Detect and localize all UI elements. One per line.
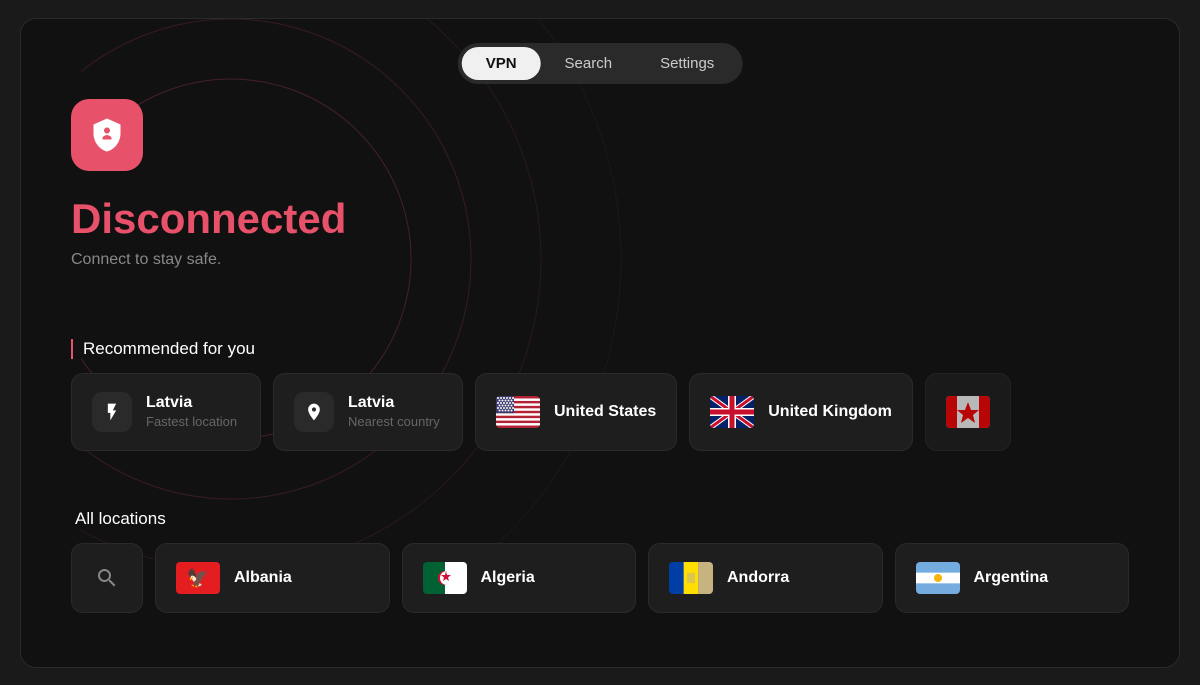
us-flag <box>496 396 540 428</box>
recommended-section: Recommended for you Latvia Fastest locat… <box>21 339 1179 451</box>
recommended-cards-row: Latvia Fastest location Latvia Nearest c… <box>71 373 1129 451</box>
card-united-kingdom[interactable]: United Kingdom <box>689 373 913 451</box>
card-canada-partial[interactable] <box>925 373 1011 451</box>
uk-flag <box>710 396 754 428</box>
recommended-label: Recommended for you <box>71 339 1129 359</box>
latvia-nearest-sub: Nearest country <box>348 414 440 429</box>
card-algeria[interactable]: Algeria <box>402 543 637 613</box>
pin-icon <box>304 402 324 422</box>
tab-settings[interactable]: Settings <box>636 47 738 80</box>
tab-vpn[interactable]: VPN <box>462 47 541 80</box>
latvia-fastest-name: Latvia <box>146 394 237 412</box>
ar-flag <box>916 562 960 594</box>
svg-text:🦅: 🦅 <box>187 567 209 588</box>
card-latvia-fastest[interactable]: Latvia Fastest location <box>71 373 261 451</box>
uk-text: United Kingdom <box>768 403 892 421</box>
card-united-states[interactable]: United States <box>475 373 677 451</box>
us-text: United States <box>554 403 656 421</box>
latvia-nearest-text: Latvia Nearest country <box>348 394 440 429</box>
card-andorra[interactable]: Andorra <box>648 543 883 613</box>
lightning-icon-wrapper <box>92 392 132 432</box>
shield-lock-icon <box>89 117 125 153</box>
latvia-nearest-name: Latvia <box>348 394 440 412</box>
all-locations-label: All locations <box>71 509 1129 529</box>
status-subtitle: Connect to stay safe. <box>71 251 346 269</box>
al-flag: 🦅 <box>176 562 220 594</box>
uk-name: United Kingdom <box>768 403 892 421</box>
albania-name: Albania <box>234 569 292 587</box>
search-icon <box>95 566 119 590</box>
algeria-name: Algeria <box>481 569 535 587</box>
locations-row: 🦅 Albania Algeria <box>71 543 1129 613</box>
andorra-name: Andorra <box>727 569 789 587</box>
latvia-fastest-text: Latvia Fastest location <box>146 394 237 429</box>
us-name: United States <box>554 403 656 421</box>
dz-flag <box>423 562 467 594</box>
left-content: Disconnected Connect to stay safe. <box>71 99 346 309</box>
top-nav: VPN Search Settings <box>458 43 743 84</box>
ca-flag <box>946 396 990 428</box>
search-card[interactable] <box>71 543 143 613</box>
app-window: VPN Search Settings Disconnected Connect… <box>20 18 1180 668</box>
all-locations-section: All locations 🦅 Albania <box>21 509 1179 613</box>
latvia-fastest-sub: Fastest location <box>146 414 237 429</box>
ad-flag <box>669 562 713 594</box>
connection-status: Disconnected <box>71 195 346 243</box>
tab-search[interactable]: Search <box>541 47 637 80</box>
pin-icon-wrapper <box>294 392 334 432</box>
lightning-icon <box>102 402 122 422</box>
card-latvia-nearest[interactable]: Latvia Nearest country <box>273 373 463 451</box>
vpn-logo <box>71 99 143 171</box>
card-argentina[interactable]: Argentina <box>895 543 1130 613</box>
argentina-name: Argentina <box>974 569 1049 587</box>
card-albania[interactable]: 🦅 Albania <box>155 543 390 613</box>
